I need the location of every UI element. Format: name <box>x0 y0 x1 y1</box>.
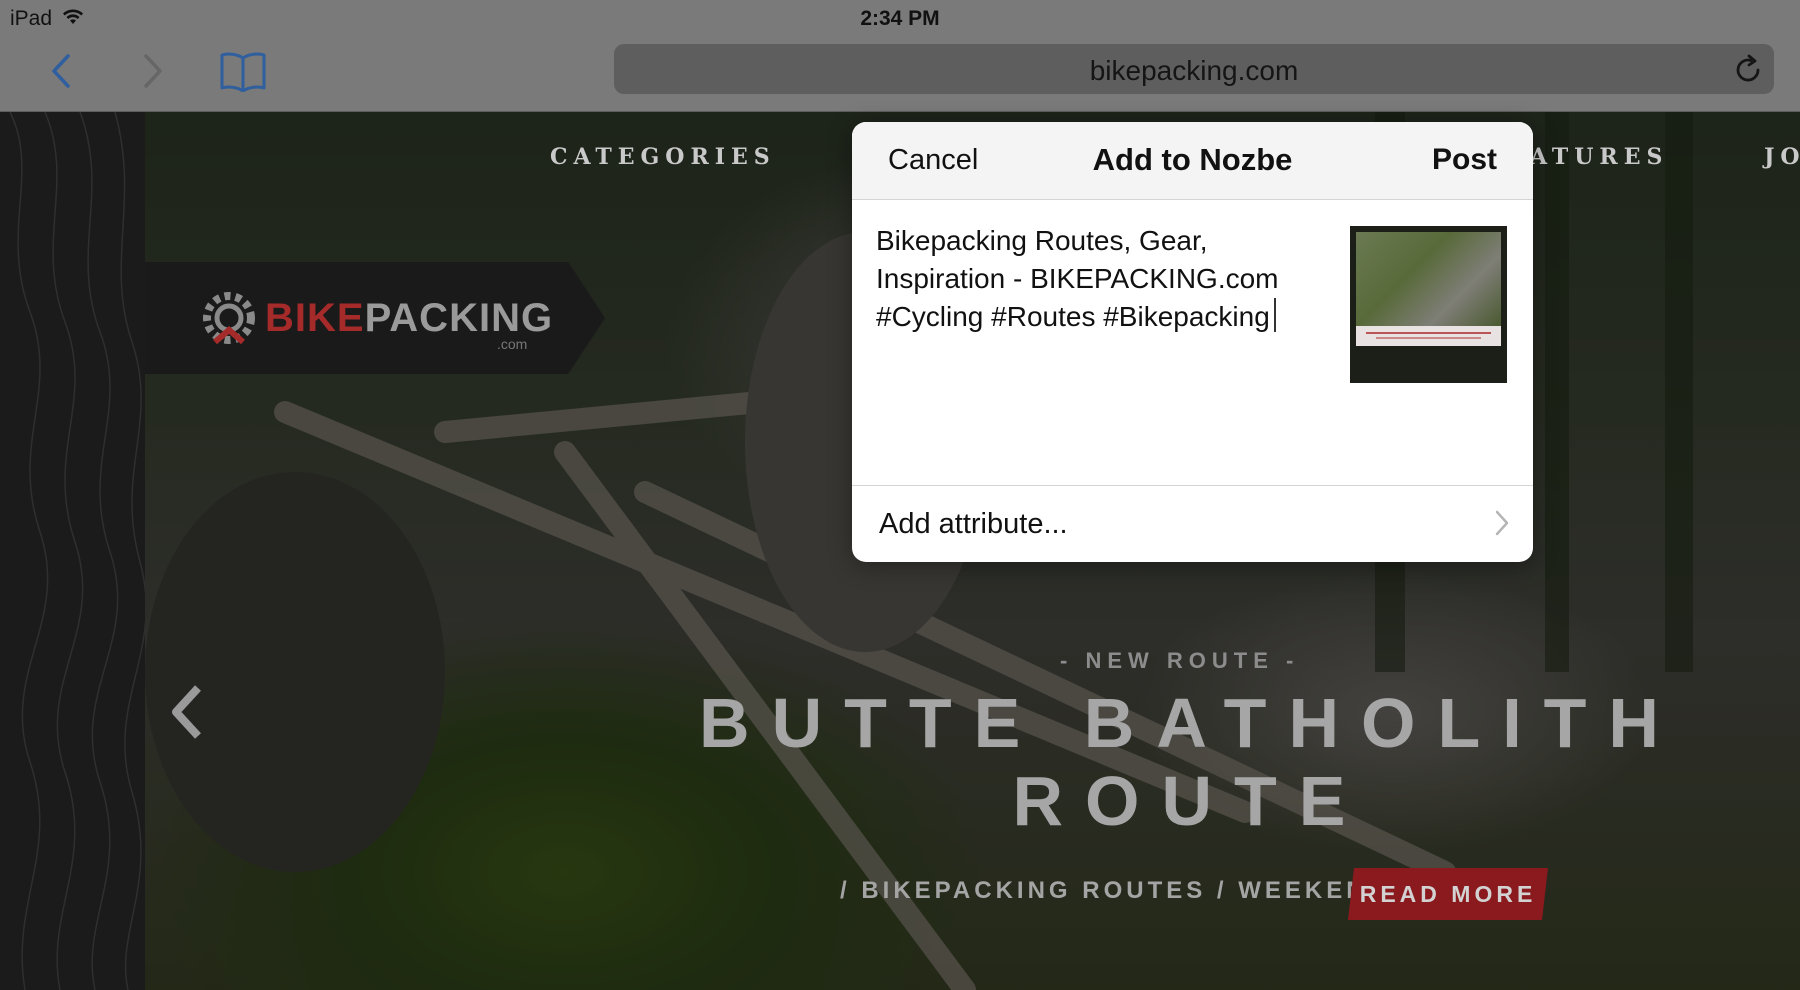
add-attribute-label: Add attribute... <box>879 508 1068 540</box>
route-title[interactable]: BUTTE BATHOLITH ROUTE <box>690 684 1690 840</box>
bookmarks-book-icon[interactable] <box>218 46 268 96</box>
gear-logo-icon <box>203 292 255 345</box>
address-bar[interactable]: bikepacking.com <box>614 44 1774 94</box>
url-text: bikepacking.com <box>1089 55 1299 86</box>
chevron-right-icon <box>1495 510 1509 541</box>
ipad-screen: iPad 2:34 PM bikepacking.com CATEGORIES … <box>0 0 1800 990</box>
share-sheet-header: Cancel Add to Nozbe Post <box>852 122 1533 200</box>
route-breadcrumbs[interactable]: / BIKEPACKING ROUTES / WEEKEND / <box>840 877 1410 905</box>
logo-domain: .com <box>497 336 528 352</box>
route-title-line1: BUTTE BATHOLITH <box>699 684 1681 762</box>
add-attribute-row[interactable]: Add attribute... <box>852 486 1533 562</box>
share-sheet-body: Bikepacking Routes, Gear, Inspiration - … <box>852 200 1533 486</box>
post-text-content: Bikepacking Routes, Gear, Inspiration - … <box>876 225 1279 332</box>
route-kicker: - NEW ROUTE - <box>1060 648 1300 673</box>
browser-toolbar: bikepacking.com <box>0 36 1800 112</box>
nav-journal[interactable]: JO <box>1764 144 1800 170</box>
hero-prev-arrow-icon[interactable] <box>168 682 208 756</box>
share-sheet: Cancel Add to Nozbe Post Bikepacking Rou… <box>852 122 1533 562</box>
page-thumbnail <box>1350 226 1507 383</box>
text-caret <box>1273 298 1276 332</box>
route-title-line2: ROUTE <box>1012 762 1368 840</box>
clock: 2:34 PM <box>860 7 940 30</box>
read-more-button[interactable]: READ MORE <box>1348 868 1548 920</box>
nav-categories[interactable]: CATEGORIES <box>550 144 776 170</box>
forward-chevron-icon[interactable] <box>128 46 178 96</box>
logo-wordmark: BIKEPACKING <box>265 296 554 340</box>
post-button[interactable]: Post <box>1432 143 1497 177</box>
post-text-editor[interactable]: Bikepacking Routes, Gear, Inspiration - … <box>876 222 1316 336</box>
back-chevron-icon[interactable] <box>36 46 86 96</box>
reload-icon[interactable] <box>1732 53 1764 85</box>
site-logo[interactable]: BIKEPACKING .com <box>145 262 605 374</box>
nav-features[interactable]: ATURES <box>1530 144 1668 170</box>
share-sheet-title: Add to Nozbe <box>1092 142 1293 177</box>
topo-sidebar <box>0 112 147 990</box>
status-bar: iPad 2:34 PM <box>0 0 1800 36</box>
